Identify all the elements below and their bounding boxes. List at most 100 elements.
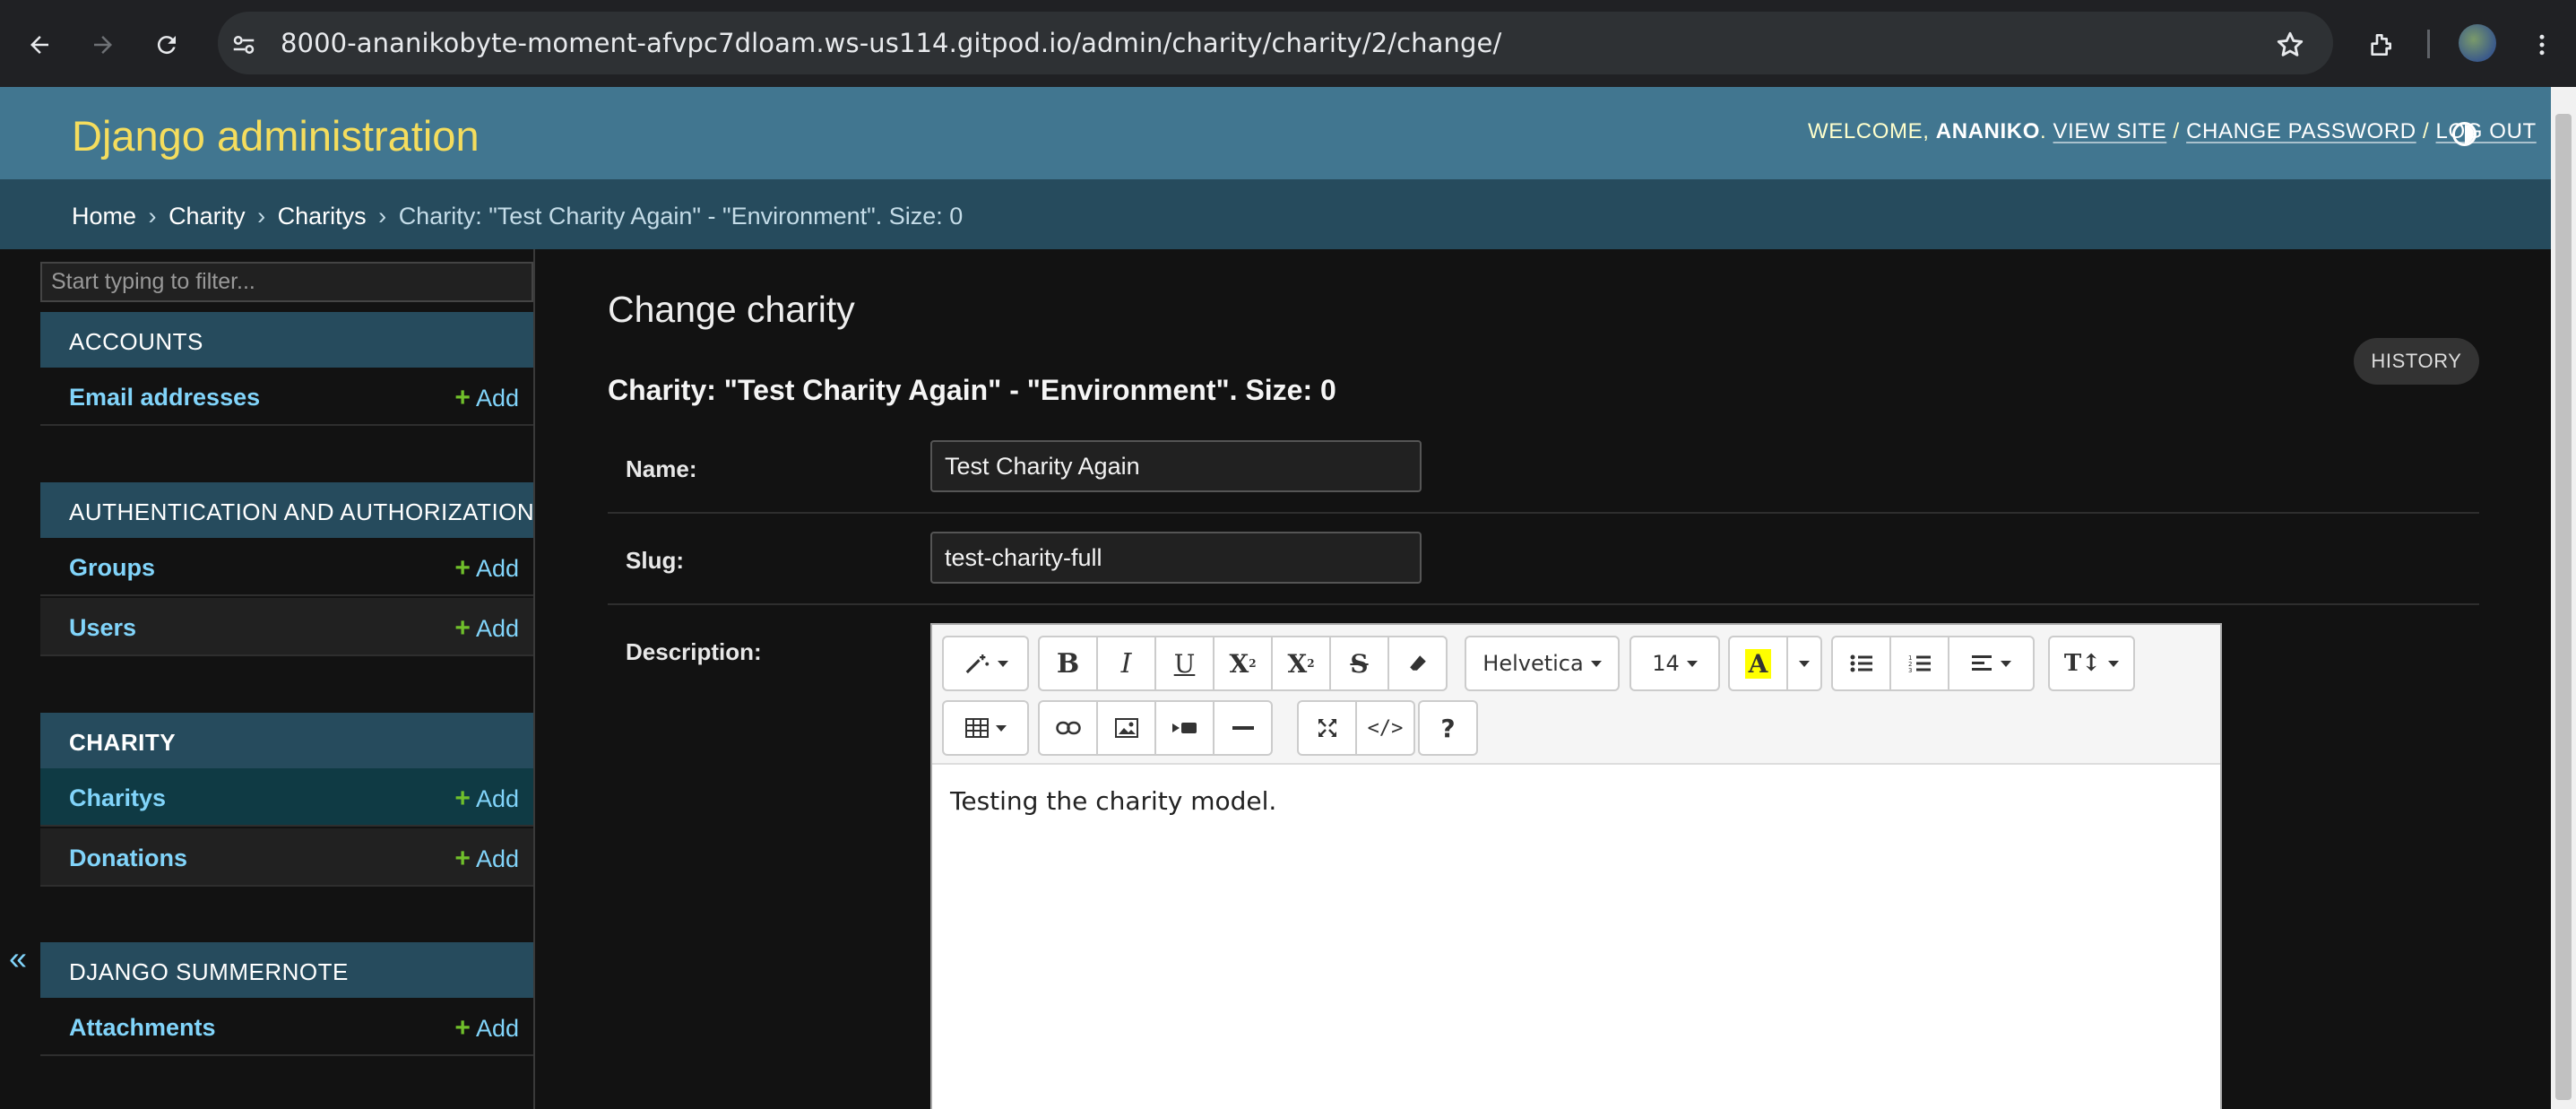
font-name-dropdown[interactable]: Helvetica: [1465, 636, 1620, 691]
browser-toolbar: 8000-ananikobyte-moment-afvpc7dloam.ws-u…: [0, 0, 2576, 87]
breadcrumb-current: Charity: "Test Charity Again" - "Environ…: [398, 203, 964, 230]
welcome-text: WELCOME,: [1808, 119, 1930, 143]
horizontal-rule-icon[interactable]: [1213, 700, 1273, 756]
breadcrumb-app[interactable]: Charity: [169, 203, 246, 230]
sidebar-item-users[interactable]: Users + Add: [40, 598, 533, 656]
change-password-link[interactable]: CHANGE PASSWORD: [2186, 119, 2416, 143]
insert-group: [1038, 700, 1273, 756]
add-link[interactable]: + Add: [454, 784, 519, 814]
codeview-icon[interactable]: </>: [1355, 700, 1415, 756]
model-link[interactable]: Groups: [69, 554, 155, 582]
site-title[interactable]: Django administration: [72, 111, 480, 160]
strikethrough-icon[interactable]: S: [1329, 636, 1389, 691]
breadcrumb-separator: ›: [257, 203, 266, 230]
add-label: Add: [475, 785, 519, 812]
browser-menu-icon[interactable]: [2517, 20, 2567, 70]
username: ANANIKO: [1935, 119, 2040, 143]
paragraph-align-icon[interactable]: [1948, 636, 2035, 691]
add-link[interactable]: + Add: [454, 613, 519, 644]
svg-text:3: 3: [1908, 667, 1912, 673]
toolbar-divider: [2427, 30, 2430, 58]
extensions-icon[interactable]: [2356, 20, 2406, 70]
add-link[interactable]: + Add: [454, 1013, 519, 1044]
magic-style-icon[interactable]: [942, 636, 1029, 691]
add-link[interactable]: + Add: [454, 383, 519, 413]
url-text[interactable]: 8000-ananikobyte-moment-afvpc7dloam.ws-u…: [281, 28, 1501, 58]
slug-field[interactable]: [930, 532, 1422, 584]
forward-icon[interactable]: [78, 20, 128, 70]
history-button[interactable]: HISTORY: [2354, 338, 2479, 385]
app-caption-summernote[interactable]: DJANGO SUMMERNOTE: [40, 942, 533, 998]
sidebar-item-attachments[interactable]: Attachments + Add: [40, 998, 533, 1056]
add-label: Add: [475, 555, 519, 582]
italic-icon[interactable]: I: [1096, 636, 1156, 691]
bold-icon[interactable]: B: [1038, 636, 1098, 691]
font-name-group: Helvetica: [1465, 636, 1620, 691]
bookmark-star-icon[interactable]: [2265, 20, 2315, 70]
plus-icon: +: [454, 784, 471, 813]
sidebar-item-email-addresses[interactable]: Email addresses + Add: [40, 368, 533, 426]
eraser-icon[interactable]: [1387, 636, 1448, 691]
color-group: A: [1728, 636, 1822, 691]
user-tools: WELCOME, ANANIKO. VIEW SITE / CHANGE PAS…: [1808, 119, 2537, 143]
model-link[interactable]: Donations: [69, 845, 187, 872]
color-dropdown-icon[interactable]: [1786, 636, 1822, 691]
app-caption-accounts[interactable]: ACCOUNTS: [40, 312, 533, 368]
breadcrumb-separator: ›: [148, 203, 157, 230]
profile-avatar[interactable]: [2459, 24, 2496, 62]
model-link[interactable]: Charitys: [69, 784, 166, 812]
table-icon[interactable]: [942, 700, 1029, 756]
app-caption-charity[interactable]: CHARITY: [40, 713, 533, 768]
font-size-dropdown[interactable]: 14: [1629, 636, 1720, 691]
video-icon[interactable]: [1154, 700, 1215, 756]
height-group: T↕: [2048, 636, 2135, 691]
log-out-link[interactable]: LOG OUT: [2436, 119, 2537, 143]
sidebar-filter-input[interactable]: [40, 262, 533, 302]
font-name-value: Helvetica: [1482, 651, 1584, 676]
line-height-icon[interactable]: T↕: [2048, 636, 2135, 691]
page-scrollbar[interactable]: [2551, 87, 2576, 1109]
underline-icon[interactable]: U: [1154, 636, 1215, 691]
help-group: ?: [1418, 700, 1478, 756]
sidebar-collapse-icon[interactable]: «: [9, 940, 27, 977]
scrollbar-thumb[interactable]: [2555, 114, 2572, 1100]
sidebar-item-donations[interactable]: Donations + Add: [40, 828, 533, 887]
editor-content[interactable]: Testing the charity model.: [932, 765, 2220, 1109]
add-label: Add: [475, 615, 519, 642]
ordered-list-icon[interactable]: 123: [1889, 636, 1949, 691]
separator: /: [2173, 119, 2180, 143]
fullscreen-icon[interactable]: [1297, 700, 1357, 756]
view-site-link[interactable]: VIEW SITE: [2053, 119, 2167, 143]
app-caption-auth[interactable]: AUTHENTICATION AND AUTHORIZATION: [40, 482, 534, 538]
add-link[interactable]: + Add: [454, 844, 519, 874]
text-color-icon[interactable]: A: [1728, 636, 1788, 691]
breadcrumb-model[interactable]: Charitys: [278, 203, 367, 230]
sidebar-item-charitys[interactable]: Charitys + Add: [40, 768, 533, 827]
theme-toggle-icon[interactable]: [2452, 122, 2477, 146]
name-field[interactable]: [930, 440, 1422, 492]
view-group: </>: [1297, 700, 1415, 756]
subscript-icon[interactable]: X2: [1271, 636, 1331, 691]
superscript-icon[interactable]: X2: [1213, 636, 1273, 691]
breadcrumb-home[interactable]: Home: [72, 203, 136, 230]
form-row-name: [608, 422, 2479, 514]
slug-label: Slug:: [626, 547, 684, 574]
link-icon[interactable]: [1038, 700, 1098, 756]
help-icon[interactable]: ?: [1418, 700, 1478, 756]
add-link[interactable]: + Add: [454, 553, 519, 584]
sidebar-item-groups[interactable]: Groups + Add: [40, 538, 533, 596]
model-link[interactable]: Email addresses: [69, 384, 260, 412]
add-label: Add: [475, 385, 519, 412]
model-link[interactable]: Users: [69, 614, 136, 642]
reload-icon[interactable]: [142, 20, 192, 70]
name-label: Name:: [626, 455, 697, 482]
site-info-icon[interactable]: [219, 20, 269, 70]
back-icon[interactable]: [14, 20, 65, 70]
unordered-list-icon[interactable]: [1831, 636, 1891, 691]
plus-icon: +: [454, 383, 471, 412]
breadcrumb: Home › Charity › Charitys › Charity: "Te…: [72, 203, 963, 230]
font-size-group: 14: [1629, 636, 1720, 691]
picture-icon[interactable]: [1096, 700, 1156, 756]
object-title: Charity: "Test Charity Again" - "Environ…: [608, 374, 1336, 406]
model-link[interactable]: Attachments: [69, 1014, 216, 1042]
